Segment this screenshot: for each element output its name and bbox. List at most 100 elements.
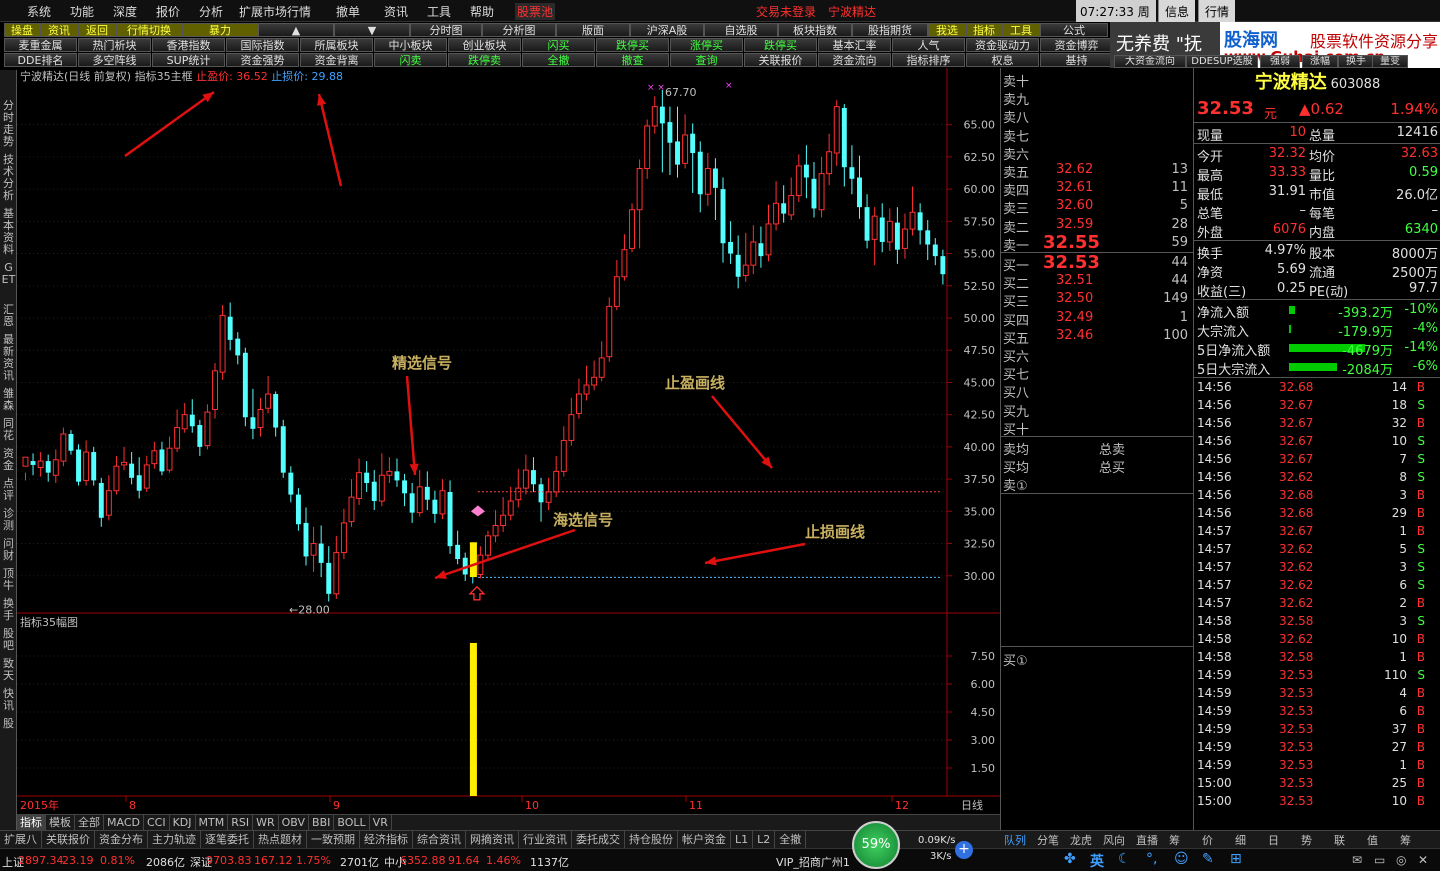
left-tab[interactable]: 顶牛 <box>1 568 16 592</box>
indicator-tab[interactable]: RSI <box>228 815 254 830</box>
menu-item[interactable]: 资讯 <box>384 3 408 20</box>
toolbar-button[interactable]: 涨停买 <box>670 38 743 52</box>
toolbar-button[interactable]: SUP统计 <box>152 53 225 67</box>
toolbar-button[interactable]: 资金博弈 <box>1040 38 1113 52</box>
menu-item[interactable]: 帮助 <box>470 3 494 20</box>
right-top-tab[interactable]: 行情 <box>1198 0 1236 22</box>
quote-tab[interactable]: 筹 <box>1169 832 1180 848</box>
toolbar-button[interactable]: 全撤 <box>522 53 595 67</box>
left-tab[interactable]: 技术分析 <box>1 154 16 202</box>
left-tab[interactable]: GET <box>1 262 16 286</box>
right-top-tab[interactable]: 信息 <box>1158 0 1196 22</box>
kline-chart[interactable]: 65.00 62.50 60.00 57.50 55.00 52.50 50.00 47.50… <box>17 68 1000 814</box>
toolbar-button[interactable]: 自选股 <box>704 23 778 37</box>
menu-stock-pool[interactable]: 股票池 <box>515 3 556 20</box>
toolbar-button[interactable]: 指标 <box>966 23 1002 37</box>
quote-tab[interactable]: 联 <box>1334 832 1345 848</box>
toolbar-button[interactable]: 资金背离 <box>300 53 373 67</box>
toolbar-button[interactable]: 跌停买 <box>596 38 669 52</box>
toolbar-button[interactable]: 所属板块 <box>300 38 373 52</box>
toolbar-button[interactable]: 资金流向 <box>818 53 891 67</box>
tray-icon[interactable]: ✉ <box>1352 853 1362 867</box>
toolbar-button[interactable]: 股指期货 <box>852 23 928 37</box>
quote-tab[interactable]: 筹 <box>1400 832 1411 848</box>
bottom-tab[interactable]: 一致预期 <box>307 831 360 848</box>
toolbar-button[interactable]: ▲ <box>258 23 334 37</box>
menu-item[interactable]: 系统 <box>27 3 51 20</box>
bottom-tab[interactable]: 逐笔委托 <box>201 831 254 848</box>
toolbar-button[interactable]: 中小板块 <box>374 38 447 52</box>
indicator-tab[interactable]: 指标 <box>17 815 46 830</box>
bottom-tab[interactable]: 扩展八 <box>0 831 42 848</box>
indicator-tab[interactable]: WR <box>253 815 279 830</box>
toolbar-button[interactable]: 香港指数 <box>152 38 225 52</box>
toolbar-button[interactable]: 指标排序 <box>892 53 965 67</box>
toolbar-button[interactable]: 跌停卖 <box>448 53 521 67</box>
ime-tool-icon[interactable]: °, <box>1146 851 1157 867</box>
left-tab[interactable]: 诊测 <box>1 508 16 532</box>
menu-item[interactable]: 报价 <box>156 3 180 20</box>
bottom-tab[interactable]: 经济指标 <box>360 831 413 848</box>
quote-tab[interactable]: 细 <box>1235 832 1246 848</box>
indicator-tab[interactable]: 模板 <box>46 815 75 830</box>
sub-tab[interactable]: 量变 <box>1372 55 1408 68</box>
toolbar-button[interactable]: 跌停买 <box>744 38 817 52</box>
toolbar-button[interactable]: 行情切换 <box>116 23 182 37</box>
indicator-tab[interactable]: CCI <box>144 815 170 830</box>
bottom-tab[interactable]: 热点题材 <box>254 831 307 848</box>
left-tab[interactable]: 问财 <box>1 538 16 562</box>
toolbar-button[interactable]: 国际指数 <box>226 38 299 52</box>
left-tab[interactable]: 股吧 <box>1 628 16 652</box>
left-tab[interactable]: 致天 <box>1 658 16 682</box>
menu-item[interactable]: 扩展市场行情 <box>239 3 311 20</box>
bottom-tab[interactable]: 主力轨迹 <box>148 831 201 848</box>
indicator-tab[interactable]: OBV <box>279 815 310 830</box>
tray-icon[interactable]: ▭ <box>1374 853 1385 867</box>
ime-tool-icon[interactable]: ☾ <box>1118 851 1131 867</box>
menu-item[interactable]: 撤单 <box>336 3 360 20</box>
quote-tab[interactable]: 龙虎 <box>1070 832 1092 848</box>
menu-item[interactable]: 分析 <box>199 3 223 20</box>
sub-tab[interactable]: 涨幅 <box>1302 55 1338 68</box>
quote-tab[interactable]: 值 <box>1367 832 1378 848</box>
menu-item[interactable]: 深度 <box>113 3 137 20</box>
menu-item[interactable]: 功能 <box>70 3 94 20</box>
bottom-tab[interactable]: L1 <box>731 831 754 848</box>
toolbar-button[interactable]: 分时图 <box>410 23 482 37</box>
toolbar-button[interactable]: 热门析块 <box>78 38 151 52</box>
toolbar-button[interactable]: 基持 <box>1040 53 1113 67</box>
left-tab[interactable]: 同花 <box>1 418 16 442</box>
left-tab[interactable]: 基本资料 <box>1 208 16 256</box>
toolbar-button[interactable]: 多空阵线 <box>78 53 151 67</box>
toolbar-button[interactable]: 资讯 <box>40 23 78 37</box>
quote-tab[interactable]: 价 <box>1202 832 1213 848</box>
indicator-tab[interactable]: BOLL <box>334 815 370 830</box>
bottom-tab[interactable]: 行业资讯 <box>519 831 572 848</box>
quote-tab[interactable]: 日 <box>1268 832 1279 848</box>
toolbar-button[interactable]: 板块指数 <box>778 23 852 37</box>
quote-tab[interactable]: 直播 <box>1136 832 1158 848</box>
toolbar-button[interactable]: 撤查 <box>596 53 669 67</box>
toolbar-button[interactable]: 权息 <box>966 53 1039 67</box>
toolbar-button[interactable]: 麦重金属 <box>4 38 77 52</box>
toolbar-button[interactable]: 闪买 <box>522 38 595 52</box>
toolbar-button[interactable]: 操盘 <box>4 23 40 37</box>
indicator-tab[interactable]: KDJ <box>170 815 196 830</box>
indicator-tab[interactable]: VR <box>370 815 392 830</box>
toolbar-button[interactable]: 沪深A股 <box>630 23 704 37</box>
toolbar-button[interactable]: 资金驱动力 <box>966 38 1039 52</box>
left-tab[interactable]: 换手 <box>1 598 16 622</box>
toolbar-button[interactable]: 闪卖 <box>374 53 447 67</box>
left-tab[interactable]: 雏森 <box>1 388 16 412</box>
bottom-tab[interactable]: 帐户资金 <box>678 831 731 848</box>
quote-tab[interactable]: 风向 <box>1103 832 1125 848</box>
quote-tab[interactable]: 分笔 <box>1037 832 1059 848</box>
kline-svg[interactable]: 65.00 62.50 60.00 57.50 55.00 52.50 50.00 47.50… <box>17 68 1000 814</box>
indicator-tab[interactable]: MACD <box>104 815 144 830</box>
sub-tab[interactable]: DDESUP选股 <box>1186 55 1258 68</box>
toolbar-button[interactable]: 关联报价 <box>744 53 817 67</box>
bottom-tab[interactable]: 全撤 <box>775 831 807 848</box>
menu-item[interactable]: 工具 <box>427 3 451 20</box>
left-tab[interactable]: 快讯 <box>1 688 16 712</box>
bottom-tab[interactable]: 关联报价 <box>42 831 95 848</box>
